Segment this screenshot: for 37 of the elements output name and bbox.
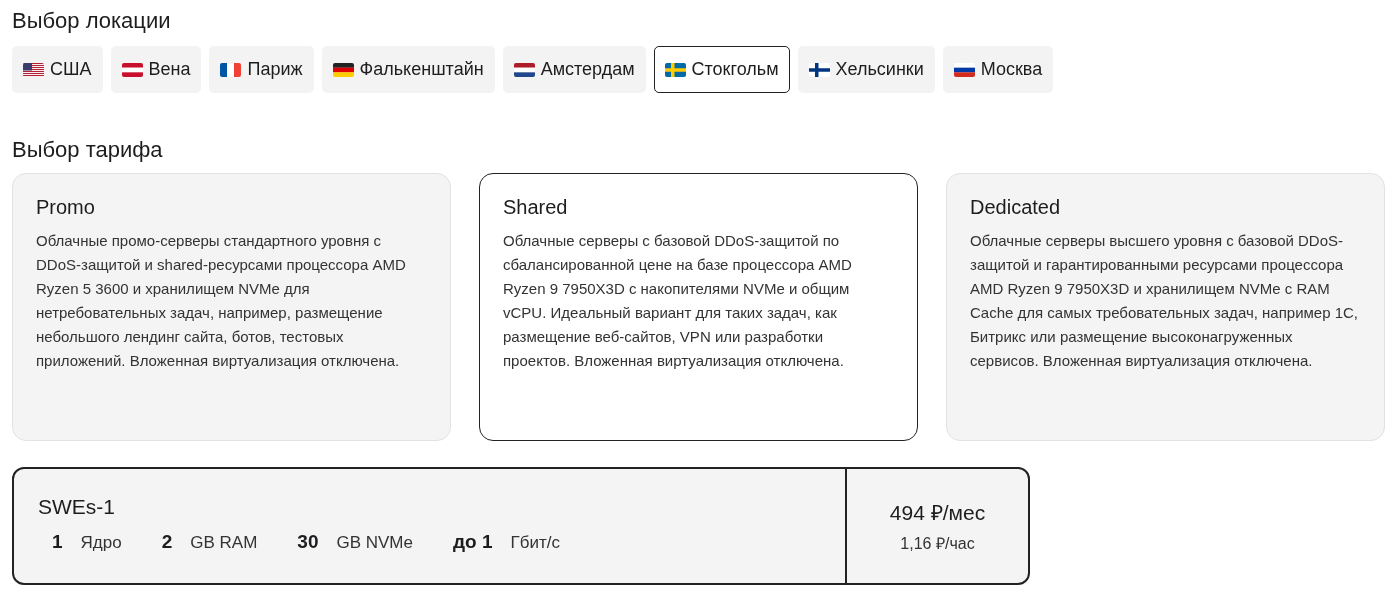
tariff-description: Облачные серверы высшего уровня с базовой DDoS-защитой и гарантированными ресурсами процессора AMD Ryzen 9 7950X3D и хранилищем NVMe с RAM Cache для самых требовательных задач, например 1С, Битрикс или размещение высоконагруженных сервисов. Вложенная виртуализация отключена. bbox=[970, 231, 1359, 371]
flag-icon bbox=[513, 62, 535, 77]
spec-unit: Ядро bbox=[80, 533, 122, 553]
spec-unit: GB RAM bbox=[190, 533, 258, 553]
flag-icon bbox=[808, 62, 830, 77]
location-button[interactable]: США bbox=[12, 46, 103, 93]
spec-value: 30 bbox=[297, 531, 319, 553]
hourly-price: 1,16 ₽/час bbox=[900, 534, 975, 554]
tariff-description: Облачные серверы с базовой DDoS-защитой по сбалансированной цене на базе процессора AMD Ryzen 9 7950X3D с накопителями NVMe и общим vCPU. Идеальный вариант для таких задач, как размещение веб-сайтов, VPN или разработки проектов. Вложенная виртуализация отключена. bbox=[503, 231, 853, 371]
flag-icon bbox=[23, 62, 44, 77]
location-button[interactable]: Стокгольм bbox=[653, 46, 790, 93]
spec-value: до 1 bbox=[453, 531, 493, 553]
tariff-card[interactable] bbox=[479, 173, 918, 441]
spec-value: 2 bbox=[161, 531, 173, 553]
spec-unit: Гбит/с bbox=[510, 533, 560, 553]
spec-unit: GB NVMe bbox=[336, 533, 413, 553]
tariff-title: Dedicated bbox=[970, 196, 1062, 219]
location-button[interactable]: Хельсинки bbox=[797, 46, 935, 93]
location-button[interactable]: Фалькенштайн bbox=[321, 46, 495, 93]
plan-name: SWEs-1 bbox=[38, 495, 116, 519]
section-heading: Выбор локации bbox=[12, 8, 172, 34]
flag-icon bbox=[953, 62, 975, 77]
flag-icon bbox=[121, 62, 143, 77]
monthly-price: 494 ₽/мес bbox=[889, 500, 986, 526]
location-button[interactable]: Париж bbox=[209, 46, 314, 93]
plan-card[interactable]: SWEs-1 1 Ядро 2 GB RAM 30 GB NVMe до 1 Гбит/с 494 ₽/мес 1,16 ₽/час bbox=[12, 467, 1030, 585]
location-button[interactable]: Вена bbox=[110, 46, 202, 93]
tariff-title: Promo bbox=[36, 196, 96, 219]
flag-icon bbox=[332, 62, 354, 77]
spec-value: 1 bbox=[52, 531, 63, 553]
location-button[interactable]: Москва bbox=[942, 46, 1054, 93]
tariff-title: Shared bbox=[503, 196, 569, 219]
tariff-description: Облачные промо-серверы стандартного уровня с DDoS-защитой и shared-ресурсами процессора AMD Ryzen 5 3600 и хранилищем NVMe для нетребовательных задач, например, размещение небольшого лендинг сайта, ботов, тестовых приложений. Вложенная виртуализация отключена. bbox=[36, 231, 407, 371]
section-heading: Выбор тарифа bbox=[12, 137, 164, 163]
flag-icon bbox=[664, 62, 686, 77]
location-button[interactable]: Амстердам bbox=[502, 46, 646, 93]
flag-icon bbox=[220, 62, 242, 77]
